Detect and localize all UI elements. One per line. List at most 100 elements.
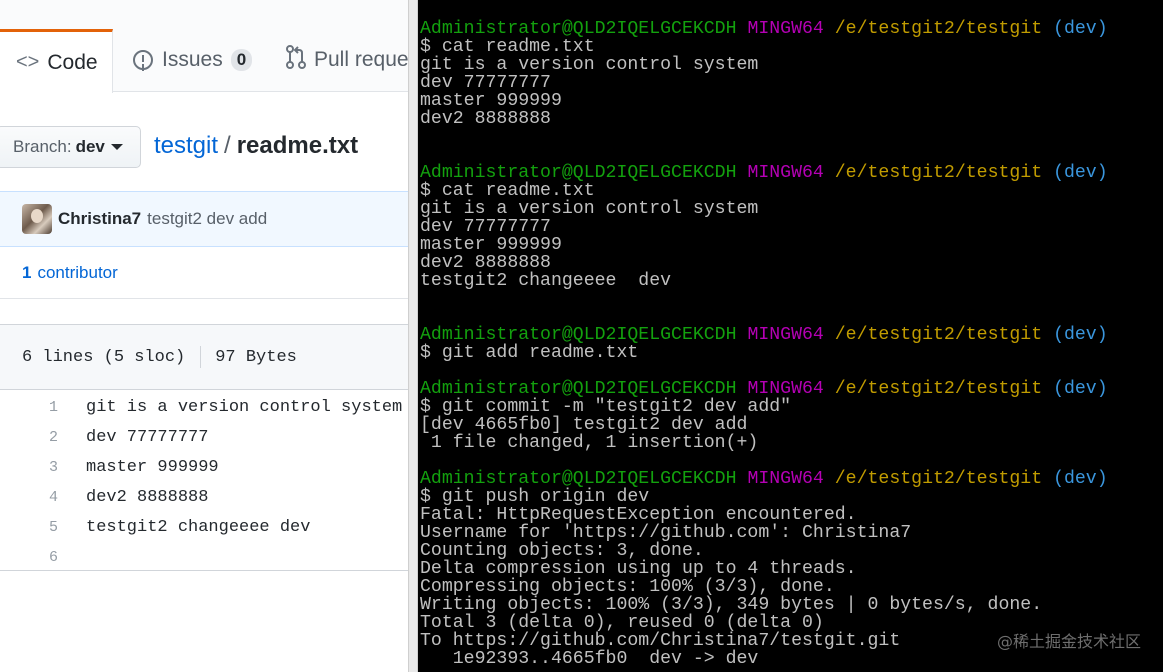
prompt-branch: (dev): [1053, 19, 1108, 39]
tab-pull-requests-label: Pull reque: [314, 48, 409, 71]
line-number[interactable]: 6: [0, 549, 60, 566]
terminal-output-line: testgit2 changeeee dev: [420, 271, 672, 291]
repo-nav-tabs: <> Code Issues 0 Pull reque: [0, 0, 410, 93]
line-number[interactable]: 5: [0, 519, 60, 536]
terminal-output-line: $ git push origin dev: [420, 487, 650, 507]
code-line: 6: [0, 542, 410, 572]
terminal-output-line: Delta compression using up to 4 threads.: [420, 559, 857, 579]
contributors-count: 1: [22, 262, 32, 282]
prompt-system: MINGW64: [747, 469, 824, 489]
caret-down-icon: [110, 144, 123, 150]
line-number[interactable]: 1: [0, 399, 60, 416]
code-line: 5 testgit2 changeeee dev: [0, 512, 410, 542]
terminal-output-line: dev 77777777: [420, 73, 551, 93]
terminal-output-line: $ cat readme.txt: [420, 181, 595, 201]
terminal-output-line: Total 3 (delta 0), reused 0 (delta 0): [420, 613, 824, 633]
line-content: dev2 8888888: [86, 487, 209, 507]
breadcrumb-file: readme.txt: [236, 132, 359, 159]
terminal-output-line: $ git commit -m "testgit2 dev add": [420, 397, 792, 417]
code-line: 2 dev 77777777: [0, 422, 410, 452]
file-code-table: 1 git is a version control system 2 dev …: [0, 392, 410, 572]
line-number[interactable]: 3: [0, 459, 60, 476]
prompt-branch: (dev): [1053, 379, 1108, 399]
tab-code[interactable]: <> Code: [0, 29, 113, 93]
prompt-system: MINGW64: [747, 379, 824, 399]
commit-author[interactable]: Christina7: [58, 209, 141, 229]
line-content: git is a version control system: [86, 397, 403, 417]
line-number[interactable]: 2: [0, 429, 60, 446]
prompt-path: /e/testgit2/testgit: [834, 19, 1043, 39]
branch-select-button[interactable]: Branch: dev: [0, 126, 141, 168]
contributors-link[interactable]: 1 contributor: [0, 247, 410, 299]
tab-issues[interactable]: Issues 0: [133, 28, 253, 92]
prompt-line: Administrator@QLD2IQELGCEKCDH MINGW64 /e…: [420, 164, 1108, 182]
terminal-output-line: Counting objects: 3, done.: [420, 541, 704, 561]
line-number[interactable]: 4: [0, 489, 60, 506]
terminal-output-line: git is a version control system: [420, 199, 759, 219]
code-icon: <>: [16, 51, 40, 73]
terminal-output-line: master 999999: [420, 235, 562, 255]
file-header: 6 lines (5 sloc) 97 Bytes: [0, 324, 410, 390]
terminal-output-line: To https://github.com/Christina7/testgit…: [420, 631, 901, 651]
terminal-output-line: dev 77777777: [420, 217, 551, 237]
branch-name: dev: [75, 137, 105, 156]
prompt-path: /e/testgit2/testgit: [834, 379, 1043, 399]
git-bash-terminal[interactable]: Administrator@QLD2IQELGCEKCDH MINGW64 /e…: [418, 0, 1163, 672]
issue-opened-icon: [133, 50, 153, 70]
file-size: 97 Bytes: [215, 347, 297, 367]
prompt-user: Administrator@QLD2IQELGCEKCDH: [420, 19, 737, 39]
file-line-count: 6 lines (5 sloc): [22, 347, 186, 367]
prompt-user: Administrator@QLD2IQELGCEKCDH: [420, 469, 737, 489]
prompt-branch: (dev): [1053, 163, 1108, 183]
contributors-label: contributor: [37, 262, 118, 282]
terminal-output-line: [dev 4665fb0] testgit2 dev add: [420, 415, 748, 435]
terminal-output-line: dev2 8888888: [420, 253, 551, 273]
avatar[interactable]: [22, 204, 52, 234]
prompt-line: Administrator@QLD2IQELGCEKCDH MINGW64 /e…: [420, 470, 1108, 488]
terminal-output-line: Fatal: HttpRequestException encountered.: [420, 505, 857, 525]
prompt-system: MINGW64: [747, 19, 824, 39]
terminal-output-line: $ cat readme.txt: [420, 37, 595, 57]
breadcrumb-separator: /: [224, 132, 231, 159]
window-splitter[interactable]: [408, 0, 418, 672]
issues-counter: 0: [230, 49, 253, 71]
prompt-system: MINGW64: [747, 163, 824, 183]
prompt-line: Administrator@QLD2IQELGCEKCDH MINGW64 /e…: [420, 380, 1108, 398]
breadcrumb: testgit / readme.txt: [154, 132, 358, 160]
prompt-system: MINGW64: [747, 325, 824, 345]
tab-pull-requests[interactable]: Pull reque: [285, 28, 409, 92]
terminal-output-line: git is a version control system: [420, 55, 759, 75]
prompt-user: Administrator@QLD2IQELGCEKCDH: [420, 379, 737, 399]
file-info-divider: [200, 346, 202, 368]
prompt-user: Administrator@QLD2IQELGCEKCDH: [420, 163, 737, 183]
code-line: 3 master 999999: [0, 452, 410, 482]
terminal-output-line: $ git add readme.txt: [420, 343, 639, 363]
code-line: 1 git is a version control system: [0, 392, 410, 422]
prompt-line: Administrator@QLD2IQELGCEKCDH MINGW64 /e…: [420, 326, 1108, 344]
prompt-user: Administrator@QLD2IQELGCEKCDH: [420, 325, 737, 345]
terminal-output-line: 1e92393..4665fb0 dev -> dev: [420, 649, 759, 669]
breadcrumb-repo-link[interactable]: testgit: [154, 132, 218, 159]
terminal-output-line: Compressing objects: 100% (3/3), done.: [420, 577, 835, 597]
terminal-output-line: master 999999: [420, 91, 562, 111]
git-pull-request-icon: [285, 45, 307, 75]
commit-message[interactable]: testgit2 dev add: [147, 209, 267, 229]
terminal-output-line: dev2 8888888: [420, 109, 551, 129]
prompt-branch: (dev): [1053, 469, 1108, 489]
line-content: dev 77777777: [86, 427, 209, 447]
prompt-path: /e/testgit2/testgit: [834, 163, 1043, 183]
terminal-output-line: Writing objects: 100% (3/3), 349 bytes |…: [420, 595, 1043, 615]
code-table-border: [0, 570, 410, 571]
line-content: testgit2 changeeee dev: [86, 517, 311, 537]
prompt-path: /e/testgit2/testgit: [834, 325, 1043, 345]
code-line: 4 dev2 8888888: [0, 482, 410, 512]
prompt-path: /e/testgit2/testgit: [834, 469, 1043, 489]
latest-commit-bar: Christina7 testgit2 dev add: [0, 191, 410, 247]
terminal-output-line: Username for 'https://github.com': Chris…: [420, 523, 912, 543]
line-content: master 999999: [86, 457, 219, 477]
watermark: @稀土掘金技术社区: [996, 632, 1141, 651]
branch-prefix: Branch:: [13, 137, 72, 156]
prompt-branch: (dev): [1053, 325, 1108, 345]
terminal-output-line: 1 file changed, 1 insertion(+): [420, 433, 759, 453]
github-file-view: <> Code Issues 0 Pull reque Branch: dev …: [0, 0, 410, 672]
